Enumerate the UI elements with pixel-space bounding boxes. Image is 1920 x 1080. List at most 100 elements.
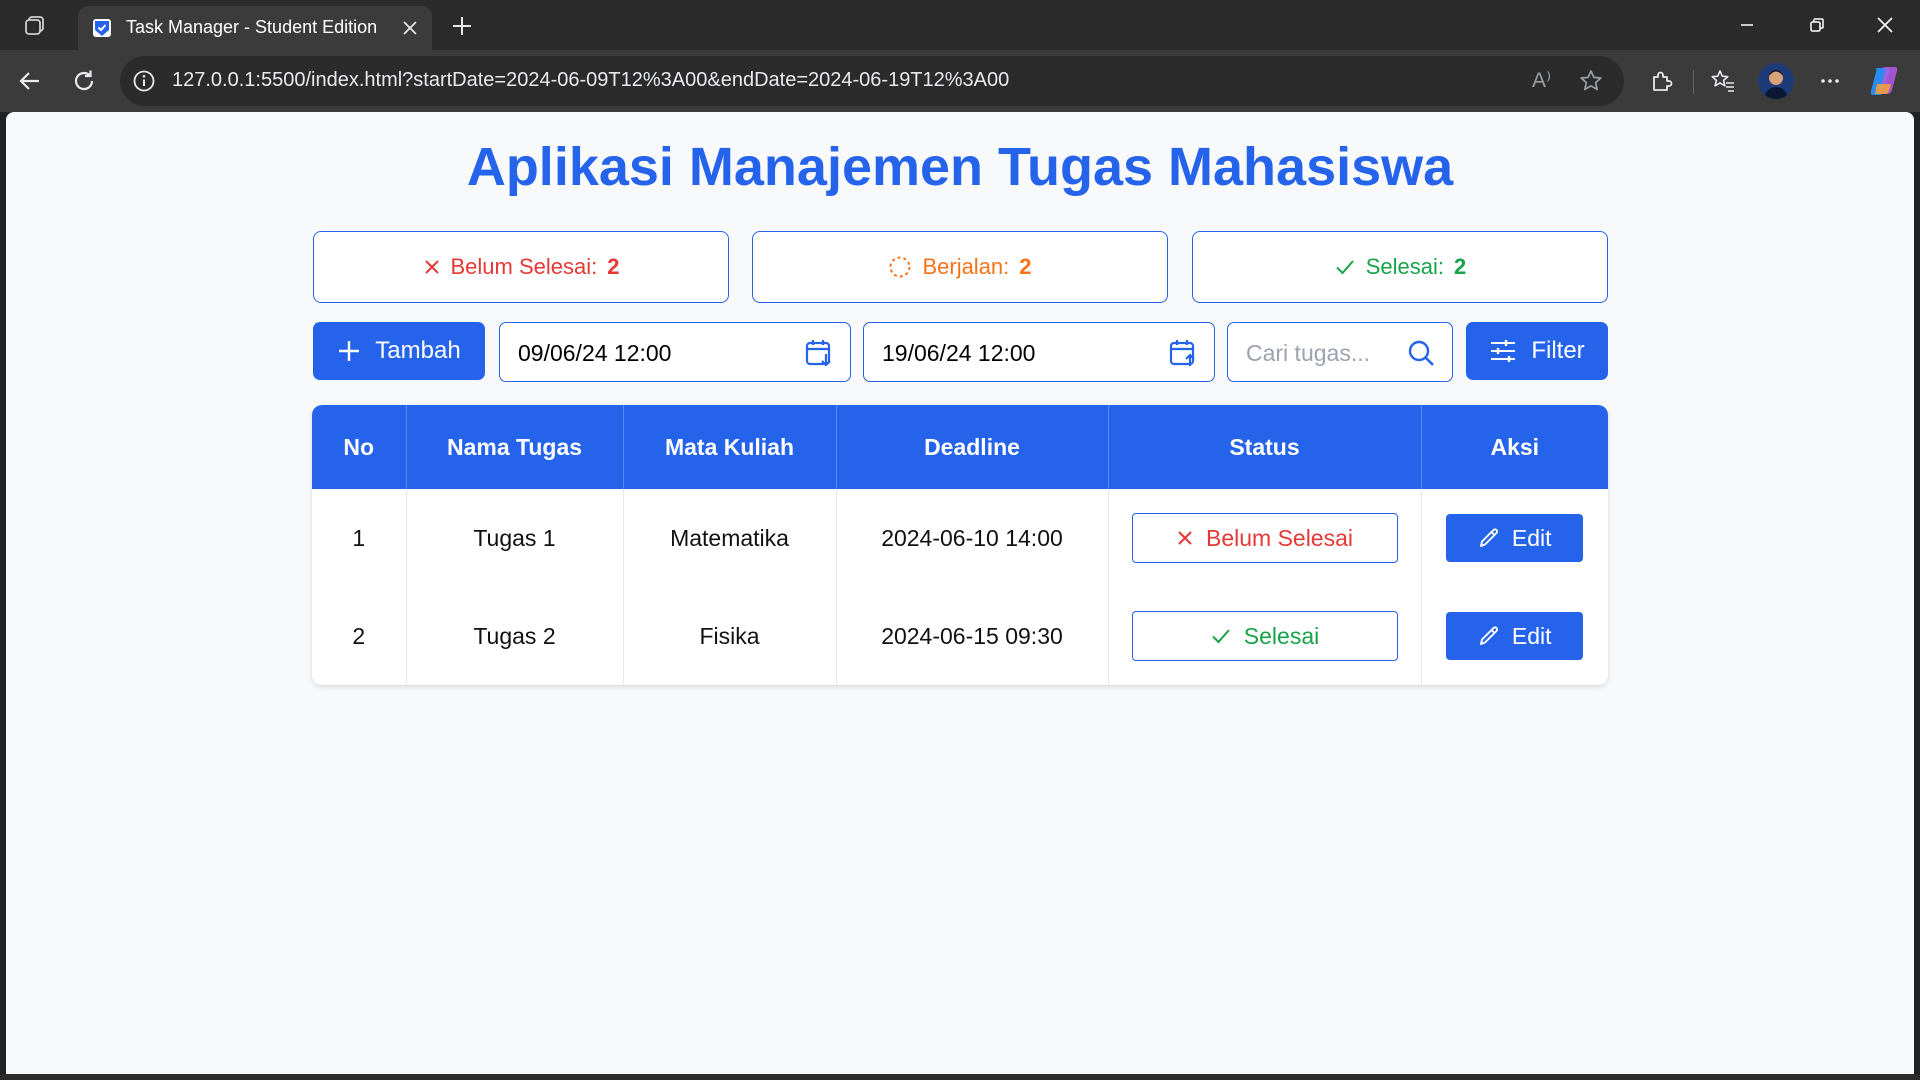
end-date-input[interactable]: 19/06/24 12:00 [863,322,1215,382]
sliders-icon [1491,340,1516,362]
favorites-button[interactable] [1705,63,1741,99]
start-date-input[interactable]: 09/06/24 12:00 [499,322,851,382]
plus-icon [453,17,471,35]
new-tab-button[interactable] [446,10,478,42]
cell-aksi: Edit [1421,489,1608,587]
close-window-button[interactable] [1850,0,1920,50]
back-button[interactable] [12,63,48,99]
back-arrow-icon [19,72,39,90]
address-bar[interactable]: 127.0.0.1:5500/index.html?startDate=2024… [120,56,1624,106]
add-task-label: Tambah [375,337,461,364]
search-icon[interactable] [1406,338,1436,368]
header-deadline: Deadline [836,405,1109,489]
status-label: Selesai [1243,622,1320,649]
stat-selesai: Selesai: 2 [1192,231,1608,303]
status-label: Belum Selesai [1205,524,1354,551]
calendar-down-icon[interactable] [804,338,834,368]
pencil-icon [1479,528,1498,547]
calendar-up-icon[interactable] [1168,338,1198,368]
stat-label: Selesai: [1365,254,1445,279]
copilot-icon [1870,67,1898,95]
extensions-button[interactable] [1644,63,1680,99]
end-date-value: 19/06/24 12:00 [882,340,1036,366]
status-selesai-button[interactable]: Selesai [1131,611,1398,661]
edit-label: Edit [1511,622,1552,649]
restore-button[interactable] [1782,0,1852,50]
stat-belum-selesai: Belum Selesai: 2 [313,231,729,303]
browser-tab[interactable]: Task Manager - Student Edition [78,6,432,50]
browser-titlebar: Task Manager - Student Edition [0,0,1920,50]
add-task-button[interactable]: Tambah [313,322,485,380]
header-status: Status [1108,405,1422,489]
edit-button[interactable]: Edit [1446,612,1584,660]
filter-button[interactable]: Filter [1466,322,1608,380]
cell-deadline: 2024-06-10 14:00 [836,489,1109,587]
search-placeholder: Cari tugas... [1246,340,1370,366]
edit-button[interactable]: Edit [1446,514,1584,562]
refresh-icon [74,70,94,91]
favorite-star-icon[interactable] [1578,68,1604,94]
avatar-icon [1758,63,1794,99]
plus-icon [339,341,360,361]
table-header-row: No Nama Tugas Mata Kuliah Deadline Statu… [312,405,1608,489]
cell-mata-kuliah: Fisika [623,587,837,685]
stat-label: Berjalan: [922,254,1010,279]
status-belum-selesai-button[interactable]: Belum Selesai [1131,513,1398,563]
cell-mata-kuliah: Matematika [623,489,837,587]
cell-status: Belum Selesai [1108,489,1422,587]
header-mata-kuliah: Mata Kuliah [623,405,837,489]
spinner-icon [889,256,911,278]
stat-label: Belum Selesai: [450,254,598,279]
table-row: 1 Tugas 1 Matematika 2024-06-10 14:00 Be… [312,489,1608,587]
favorites-list-icon [1711,70,1734,92]
search-input[interactable]: Cari tugas... [1227,322,1453,382]
x-icon [1178,531,1192,545]
cell-nama-tugas: Tugas 1 [406,489,624,587]
edit-label: Edit [1511,524,1552,551]
check-icon [1212,629,1230,644]
task-table: No Nama Tugas Mata Kuliah Deadline Statu… [312,405,1608,685]
restore-icon [1810,18,1824,32]
extensions-icon [1653,71,1673,91]
browser-toolbar: 127.0.0.1:5500/index.html?startDate=2024… [0,50,1920,112]
read-aloud-icon[interactable]: A⁾ [1532,68,1558,94]
tab-close-button[interactable] [398,16,422,40]
tab-title: Task Manager - Student Edition [126,17,378,37]
close-icon [403,21,417,35]
refresh-button[interactable] [66,63,102,99]
more-dots-icon [1821,79,1839,83]
workspaces-button[interactable] [0,0,70,50]
stat-berjalan: Berjalan: 2 [752,231,1168,303]
header-nama-tugas: Nama Tugas [406,405,624,489]
stat-count: 2 [1019,254,1032,279]
copilot-button[interactable] [1866,63,1902,99]
cell-status: Selesai [1108,587,1422,685]
check-icon [1336,260,1354,275]
cell-nama-tugas: Tugas 2 [406,587,624,685]
cell-no: 2 [312,587,407,685]
header-no: No [312,405,407,489]
workspaces-icon [25,16,44,35]
cell-no: 1 [312,489,407,587]
profile-avatar[interactable] [1758,63,1794,99]
filter-label: Filter [1531,337,1585,364]
site-info-icon[interactable] [132,69,156,93]
pencil-icon [1479,626,1498,645]
url-text[interactable]: 127.0.0.1:5500/index.html?startDate=2024… [172,69,1009,92]
header-aksi: Aksi [1421,405,1608,489]
start-date-value: 09/06/24 12:00 [518,340,672,366]
minimize-button[interactable] [1712,0,1782,50]
cell-deadline: 2024-06-15 09:30 [836,587,1109,685]
minimize-icon [1741,24,1753,26]
close-icon [1877,17,1893,33]
cell-aksi: Edit [1421,587,1608,685]
stat-count: 2 [607,254,620,279]
more-options-button[interactable] [1812,63,1848,99]
x-icon [424,260,439,274]
window-bottom-edge [0,1074,1920,1080]
table-row: 2 Tugas 2 Fisika 2024-06-15 09:30 Selesa… [312,587,1608,685]
favicon-icon [93,19,111,37]
toolbar-divider [1693,70,1694,94]
stat-count: 2 [1454,254,1467,279]
page-viewport: Aplikasi Manajemen Tugas Mahasiswa Belum… [6,112,1914,1074]
